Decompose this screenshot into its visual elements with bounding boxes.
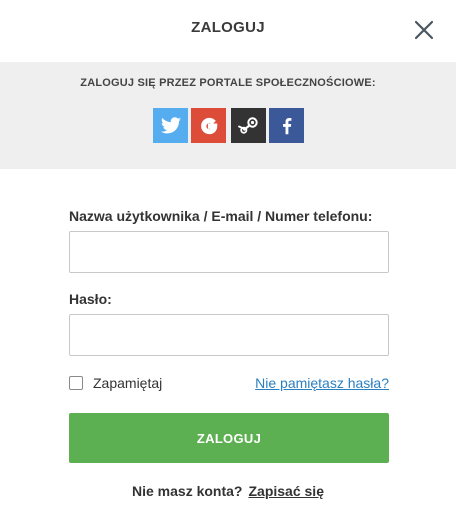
- no-account-text: Nie masz konta?: [132, 483, 243, 499]
- password-input[interactable]: [69, 314, 389, 356]
- google-icon: [200, 117, 217, 134]
- twitter-login-button[interactable]: [153, 108, 188, 143]
- modal-title: ZALOGUJ: [191, 19, 265, 36]
- forgot-password-link[interactable]: Nie pamiętasz hasła?: [255, 375, 389, 391]
- modal-header: ZALOGUJ: [0, 0, 456, 62]
- steam-login-button[interactable]: [231, 108, 266, 143]
- signup-row: Nie masz konta? Zapisać się: [0, 483, 456, 499]
- login-button[interactable]: ZALOGUJ: [69, 413, 389, 463]
- facebook-icon: [282, 117, 291, 134]
- google-login-button[interactable]: [191, 108, 226, 143]
- signup-link[interactable]: Zapisać się: [248, 483, 324, 499]
- social-login-panel: ZALOGUJ SIĘ PRZEZ PORTALE SPOŁECZNOŚCIOW…: [0, 62, 456, 169]
- steam-icon: [237, 116, 258, 134]
- username-label: Nazwa użytkownika / E-mail / Numer telef…: [69, 208, 373, 224]
- facebook-login-button[interactable]: [269, 108, 304, 143]
- checkbox-box[interactable]: [69, 376, 83, 390]
- password-label: Hasło:: [69, 291, 112, 307]
- twitter-icon: [160, 116, 181, 133]
- close-icon[interactable]: [413, 19, 435, 41]
- remember-me-label: Zapamiętaj: [93, 375, 163, 391]
- social-login-label: ZALOGUJ SIĘ PRZEZ PORTALE SPOŁECZNOŚCIOW…: [80, 77, 376, 89]
- username-input[interactable]: [69, 231, 389, 273]
- remember-me-checkbox[interactable]: Zapamiętaj: [69, 375, 162, 391]
